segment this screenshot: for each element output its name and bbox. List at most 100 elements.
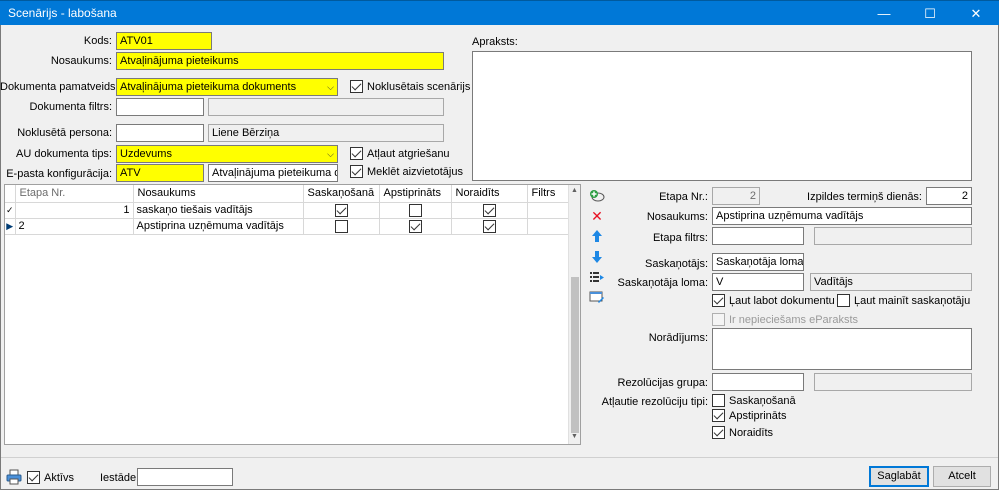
minimize-button[interactable]: — xyxy=(861,1,907,26)
nosaukums-cell[interactable]: Apstiprina uzņēmuma vadītājs xyxy=(133,218,304,235)
noklusetais-label: Noklusētais scenārijs xyxy=(367,80,471,93)
kods-input[interactable]: ATV01 xyxy=(116,32,212,50)
column-header[interactable]: Saskaņošanā xyxy=(303,185,380,203)
etapa-cell[interactable]: 1 xyxy=(15,202,134,219)
noklusetais-checkbox[interactable]: Noklusētais scenārijs xyxy=(350,80,470,93)
saskanotajs-select[interactable]: Saskaņotāja loma ⌵ xyxy=(712,253,804,271)
dok-filtrs-desc xyxy=(208,98,444,116)
cancel-button[interactable]: Atcelt xyxy=(933,466,991,487)
table-row[interactable]: ✓ 1 saskaņo tiešais vadītājs xyxy=(5,202,572,219)
saskanotaja-loma-input[interactable]: V xyxy=(712,273,804,291)
au-tips-value: Uzdevums xyxy=(120,148,172,160)
delete-icon[interactable]: ✕ xyxy=(589,208,605,224)
rezolucijas-input[interactable] xyxy=(712,373,804,391)
etapa-nr-label: Etapa Nr.: xyxy=(659,191,708,203)
saskanosana-cell[interactable] xyxy=(303,218,380,235)
meklet-checkbox[interactable]: Meklēt aizvietotājus xyxy=(350,165,463,178)
checkbox-box[interactable] xyxy=(334,219,348,233)
noraidits-cell[interactable] xyxy=(451,202,528,219)
laut-mainit-label: Ļaut mainīt saskaņotāju xyxy=(854,294,971,307)
laut-labot-checkbox[interactable]: Ļaut labot dokumentu xyxy=(712,294,835,307)
checkbox-box xyxy=(712,294,725,307)
apstiprinats-cell[interactable] xyxy=(379,202,452,219)
checkbox-box xyxy=(712,394,725,407)
checkbox-box[interactable] xyxy=(334,203,348,217)
list-icon[interactable] xyxy=(589,269,605,285)
scrollbar-thumb[interactable] xyxy=(571,277,579,433)
close-button[interactable]: ✕ xyxy=(953,1,999,26)
noraidits-cell[interactable] xyxy=(451,218,528,235)
scroll-down-icon[interactable]: ▼ xyxy=(571,433,578,440)
epasta-input[interactable]: ATV xyxy=(116,164,204,182)
checkbox-box[interactable] xyxy=(408,219,422,233)
epasta-label: E-pasta konfigurācija: xyxy=(6,168,112,180)
au-tips-label: AU dokumenta tips: xyxy=(16,148,112,160)
saskanosana-cell[interactable] xyxy=(303,202,380,219)
apstiprinats-cell[interactable] xyxy=(379,218,452,235)
tips-noraidits-checkbox[interactable]: Noraidīts xyxy=(712,426,773,439)
dok-filtrs-label: Dokumenta filtrs: xyxy=(29,101,112,113)
noradijums-textarea[interactable] xyxy=(712,328,972,370)
filtrs-cell[interactable] xyxy=(527,202,572,219)
checkbox-box xyxy=(27,471,40,484)
checkbox-box[interactable] xyxy=(482,219,496,233)
table-row[interactable]: ▶ 2 Apstiprina uzņēmuma vadītājs xyxy=(5,218,572,235)
checkbox-box xyxy=(837,294,850,307)
chevron-down-icon: ⌵ xyxy=(327,82,334,92)
detail-nosaukums-input[interactable]: Apstiprina uzņēmuma vadītājs xyxy=(712,207,972,225)
iestade-input[interactable] xyxy=(137,468,233,486)
laut-labot-label: Ļaut labot dokumentu xyxy=(729,294,835,307)
table-header: Etapa Nr. Nosaukums Saskaņošanā Apstipri… xyxy=(5,185,572,203)
nokl-persona-label: Noklusētā persona: xyxy=(17,127,112,139)
maximize-button[interactable]: ☐ xyxy=(907,1,953,26)
au-tips-select[interactable]: Uzdevums ⌵ xyxy=(116,145,338,163)
atlautie-label: Atļautie rezolūciju tipi: xyxy=(601,396,708,408)
tips-apstiprinats-checkbox[interactable]: Apstiprināts xyxy=(712,409,786,422)
checkbox-box[interactable] xyxy=(482,203,496,217)
column-header[interactable]: Etapa Nr. xyxy=(15,185,134,203)
header-indicator xyxy=(5,185,16,203)
saskanotaja-loma-name: Vadītājs xyxy=(810,273,972,291)
column-header[interactable]: Apstiprināts xyxy=(379,185,452,203)
tips-saskanosana-checkbox[interactable]: Saskaņošanā xyxy=(712,394,796,407)
window-title: Scenārijs - labošana xyxy=(8,6,117,20)
column-header[interactable]: Noraidīts xyxy=(451,185,528,203)
nokl-persona-name: Liene Bērziņa xyxy=(208,124,444,142)
epasta-desc: Atvaļinājuma pieteikuma dokumer xyxy=(208,164,338,182)
save-button[interactable]: Saglabāt xyxy=(869,466,929,487)
printer-icon[interactable] xyxy=(6,469,22,485)
laut-mainit-checkbox[interactable]: Ļaut mainīt saskaņotāju xyxy=(837,294,970,307)
checkbox-box xyxy=(350,147,363,160)
aktivs-checkbox[interactable]: Aktīvs xyxy=(27,471,74,484)
etapa-cell[interactable]: 2 xyxy=(15,218,134,235)
dok-pamatveids-select[interactable]: Atvaļinājuma pieteikuma dokuments ⌵ xyxy=(116,78,338,96)
edit-icon[interactable] xyxy=(589,290,605,306)
izpildes-input[interactable]: 2 xyxy=(926,187,972,205)
nosaukums-label: Nosaukums: xyxy=(50,55,112,67)
add-icon[interactable] xyxy=(589,188,605,204)
eparaksts-checkbox[interactable]: Ir nepieciešams eParaksts xyxy=(712,313,858,326)
apraksts-textarea[interactable] xyxy=(472,51,972,181)
dok-filtrs-input[interactable] xyxy=(116,98,204,116)
izpildes-label: Izpildes termiņš dienās: xyxy=(807,191,922,203)
chevron-down-icon: ⌵ xyxy=(327,149,334,159)
aktivs-label: Aktīvs xyxy=(44,471,74,484)
checkbox-box xyxy=(712,409,725,422)
etapa-filtrs-input[interactable] xyxy=(712,227,804,245)
scroll-up-icon[interactable]: ▲ xyxy=(571,187,578,194)
checkbox-box xyxy=(350,165,363,178)
nokl-persona-input[interactable] xyxy=(116,124,204,142)
column-header[interactable]: Nosaukums xyxy=(133,185,304,203)
checkbox-box xyxy=(350,80,363,93)
checkbox-box[interactable] xyxy=(408,203,422,217)
column-header[interactable]: Filtrs xyxy=(527,185,572,203)
atlaut-atgriesanu-checkbox[interactable]: Atļaut atgriešanu xyxy=(350,147,450,160)
filtrs-cell[interactable] xyxy=(527,218,572,235)
meklet-label: Meklēt aizvietotājus xyxy=(367,165,463,178)
move-down-icon[interactable] xyxy=(589,249,605,265)
move-up-icon[interactable] xyxy=(589,228,605,244)
footer-separator xyxy=(1,457,998,458)
grid-scrollbar[interactable]: ▲ ▼ xyxy=(568,185,580,444)
nosaukums-input[interactable]: Atvaļinājuma pieteikums xyxy=(116,52,444,70)
nosaukums-cell[interactable]: saskaņo tiešais vadītājs xyxy=(133,202,304,219)
